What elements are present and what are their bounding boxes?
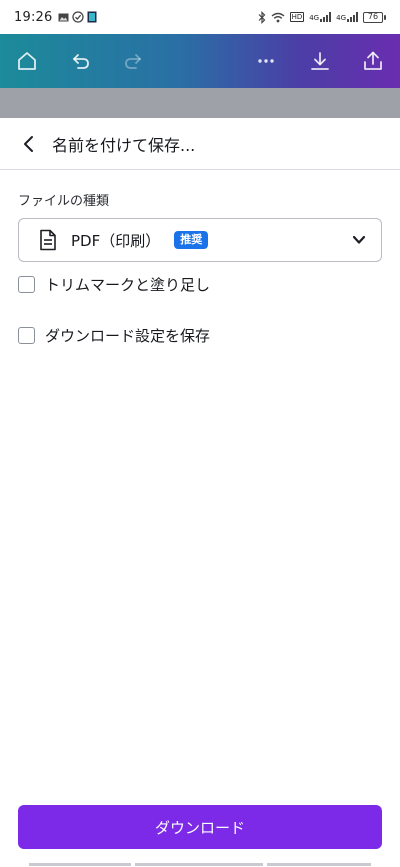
nav-gesture-bar [0, 863, 400, 867]
sheet-header: 名前を付けて保存... [0, 118, 400, 170]
recommended-badge: 推奨 [174, 231, 209, 249]
signal-4g-1: 4G [309, 12, 332, 22]
document-icon [37, 229, 59, 251]
home-icon [18, 52, 36, 70]
download-icon [311, 52, 329, 70]
status-bar: 19:26 HD 4G 4G 76 [0, 0, 400, 34]
signal-icon [320, 12, 332, 22]
image-notification-icon [58, 13, 69, 21]
hd-indicator: HD [289, 12, 305, 22]
trim-marks-checkbox[interactable] [18, 276, 35, 293]
file-type-value: PDF（印刷） [71, 231, 161, 250]
file-type-select[interactable]: PDF（印刷） 推奨 [18, 218, 382, 262]
signal-4g-2: 4G [336, 12, 358, 22]
bluetooth-icon [258, 10, 265, 24]
editor-toolbar [0, 34, 400, 88]
share-icon [364, 51, 382, 70]
download-toolbar-button[interactable] [300, 34, 340, 88]
trim-marks-option[interactable]: トリムマークと塗り足し [18, 274, 210, 295]
home-button[interactable] [7, 34, 47, 88]
check-circle-icon [72, 11, 85, 23]
back-button[interactable] [16, 131, 42, 157]
undo-button[interactable] [61, 34, 101, 88]
undo-icon [73, 54, 89, 69]
wifi-icon [271, 12, 285, 22]
chevron-down-icon [351, 232, 367, 248]
save-as-sheet: 名前を付けて保存... ファイルの種類 PDF（印刷） 推奨 トリムマークと塗り… [0, 118, 400, 867]
redo-button[interactable] [113, 34, 153, 88]
status-time: 19:26 [14, 9, 53, 25]
download-button[interactable]: ダウンロード [18, 805, 382, 849]
chevron-left-icon [24, 135, 33, 152]
app-notification-icon [87, 11, 97, 23]
trim-marks-label: トリムマークと塗り足し [45, 276, 211, 294]
canvas-backdrop [0, 88, 400, 118]
notification-icons [58, 11, 97, 23]
share-button[interactable] [353, 34, 393, 88]
redo-icon [125, 54, 141, 69]
status-right: HD 4G 4G 76 [258, 10, 386, 24]
file-type-label: ファイルの種類 [18, 194, 110, 209]
more-button[interactable] [246, 34, 286, 88]
save-settings-label: ダウンロード設定を保存 [45, 327, 211, 345]
save-settings-option[interactable]: ダウンロード設定を保存 [18, 325, 210, 346]
more-icon [258, 59, 274, 63]
signal-icon [347, 12, 358, 22]
battery-icon: 76 [363, 11, 386, 23]
save-settings-checkbox[interactable] [18, 327, 35, 344]
sheet-title: 名前を付けて保存... [52, 135, 196, 155]
